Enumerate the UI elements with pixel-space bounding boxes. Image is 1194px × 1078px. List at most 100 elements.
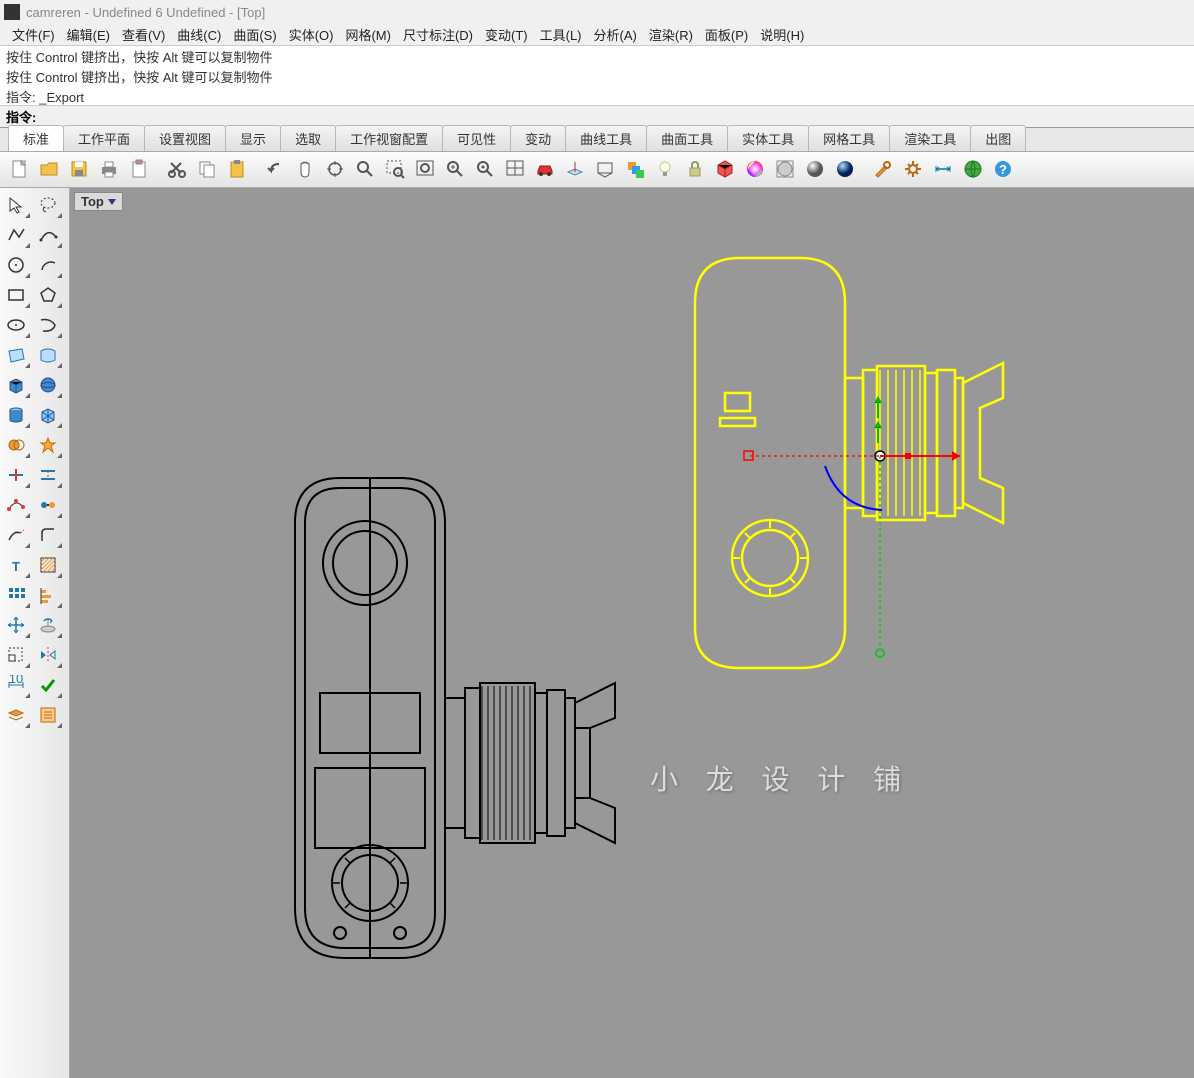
menu-transform[interactable]: 变动(T) [479,23,534,46]
viewport-label[interactable]: Top [74,192,123,211]
move-tool-button[interactable] [2,612,32,640]
menu-tools[interactable]: 工具(L) [534,23,588,46]
set-view-button[interactable] [532,156,560,184]
extend-tool-button[interactable] [2,522,32,550]
zoom-button[interactable] [352,156,380,184]
tab-select[interactable]: 选取 [280,125,336,151]
split-tool-button[interactable] [34,462,64,490]
tab-viewport-layout[interactable]: 工作视窗配置 [335,125,443,151]
boolean-tools-button[interactable] [2,432,32,460]
tab-surface-tools[interactable]: 曲面工具 [646,125,728,151]
copy-button[interactable] [194,156,222,184]
help-button[interactable]: ? [990,156,1018,184]
zoom-extents-button[interactable] [412,156,440,184]
camera-drawing-black[interactable] [270,468,680,968]
paste-button[interactable] [224,156,252,184]
shaded-view-button[interactable] [832,156,860,184]
options-button[interactable] [870,156,898,184]
surface-from-points-button[interactable] [2,342,32,370]
menu-file[interactable]: 文件(F) [6,23,61,46]
clipboard-button[interactable] [126,156,154,184]
tab-mesh-tools[interactable]: 网格工具 [808,125,890,151]
sphere-tool-button[interactable] [34,372,64,400]
tab-setview[interactable]: 设置视图 [144,125,226,151]
check-tool-button[interactable] [34,672,64,700]
zoom-window-button[interactable] [382,156,410,184]
arc-tool-button[interactable] [34,252,64,280]
menu-help[interactable]: 说明(H) [754,23,810,46]
array-tool-button[interactable] [2,582,32,610]
explode-button[interactable] [34,432,64,460]
cplane-button[interactable] [562,156,590,184]
render-settings-button[interactable] [772,156,800,184]
align-tool-button[interactable] [34,582,64,610]
fillet-tool-button[interactable] [34,522,64,550]
join-tool-button[interactable] [34,492,64,520]
rotate-tool-button[interactable] [34,612,64,640]
print-button[interactable] [96,156,124,184]
box-tool-button[interactable] [2,372,32,400]
polyline-tool-button[interactable] [2,222,32,250]
scale-tool-button[interactable] [2,642,32,670]
four-views-button[interactable] [502,156,530,184]
dimension-button[interactable] [930,156,958,184]
zoom-selected-button[interactable] [442,156,470,184]
hatch-tool-button[interactable] [34,552,64,580]
properties-tool-button[interactable] [34,702,64,730]
polygon-tool-button[interactable] [34,282,64,310]
properties-button[interactable] [900,156,928,184]
undo-button[interactable] [262,156,290,184]
named-views-button[interactable] [592,156,620,184]
gumball[interactable] [744,398,960,657]
tab-cplane[interactable]: 工作平面 [63,125,145,151]
menu-curve[interactable]: 曲线(C) [171,23,227,46]
color-wheel-button[interactable] [742,156,770,184]
menu-render[interactable]: 渲染(R) [643,23,699,46]
materials-button[interactable] [712,156,740,184]
menu-edit[interactable]: 编辑(E) [61,23,116,46]
control-point-curve-button[interactable] [34,222,64,250]
dimension-tool-button[interactable]: 10 [2,672,32,700]
cylinder-tool-button[interactable] [2,402,32,430]
menu-mesh[interactable]: 网格(M) [339,23,397,46]
menu-surface[interactable]: 曲面(S) [227,23,282,46]
menu-dimension[interactable]: 尺寸标注(D) [397,23,479,46]
mirror-tool-button[interactable] [34,642,64,670]
pointer-tool-button[interactable] [2,192,32,220]
tab-standard[interactable]: 标准 [8,125,64,151]
zoom-target-button[interactable] [472,156,500,184]
layer-tool-button[interactable] [2,702,32,730]
web-button[interactable] [960,156,988,184]
cut-button[interactable] [164,156,192,184]
lock-button[interactable] [682,156,710,184]
menu-analyze[interactable]: 分析(A) [588,23,643,46]
rotate-view-button[interactable] [322,156,350,184]
tab-drafting[interactable]: 出图 [970,125,1026,151]
point-edit-button[interactable] [2,492,32,520]
text-tool-button[interactable]: T [2,552,32,580]
lasso-tool-button[interactable] [34,192,64,220]
circle-tool-button[interactable] [2,252,32,280]
tab-transform[interactable]: 变动 [510,125,566,151]
render-shade-button[interactable] [802,156,830,184]
trim-tool-button[interactable] [2,462,32,490]
menu-view[interactable]: 查看(V) [116,23,171,46]
tab-solid-tools[interactable]: 实体工具 [727,125,809,151]
menu-solid[interactable]: 实体(O) [283,23,340,46]
tab-curve-tools[interactable]: 曲线工具 [565,125,647,151]
new-file-button[interactable] [6,156,34,184]
tab-display[interactable]: 显示 [225,125,281,151]
save-file-button[interactable] [66,156,94,184]
light-button[interactable] [652,156,680,184]
layer-colors-button[interactable] [622,156,650,184]
surface-from-curves-button[interactable] [34,342,64,370]
tab-visibility[interactable]: 可见性 [442,125,511,151]
camera-drawing-yellow[interactable] [670,248,1080,688]
rectangle-tool-button[interactable] [2,282,32,310]
open-file-button[interactable] [36,156,64,184]
viewport-dropdown-icon[interactable] [108,199,116,205]
command-input[interactable] [40,109,1188,124]
tab-render-tools[interactable]: 渲染工具 [889,125,971,151]
ellipse-tool-button[interactable] [2,312,32,340]
pan-button[interactable] [292,156,320,184]
